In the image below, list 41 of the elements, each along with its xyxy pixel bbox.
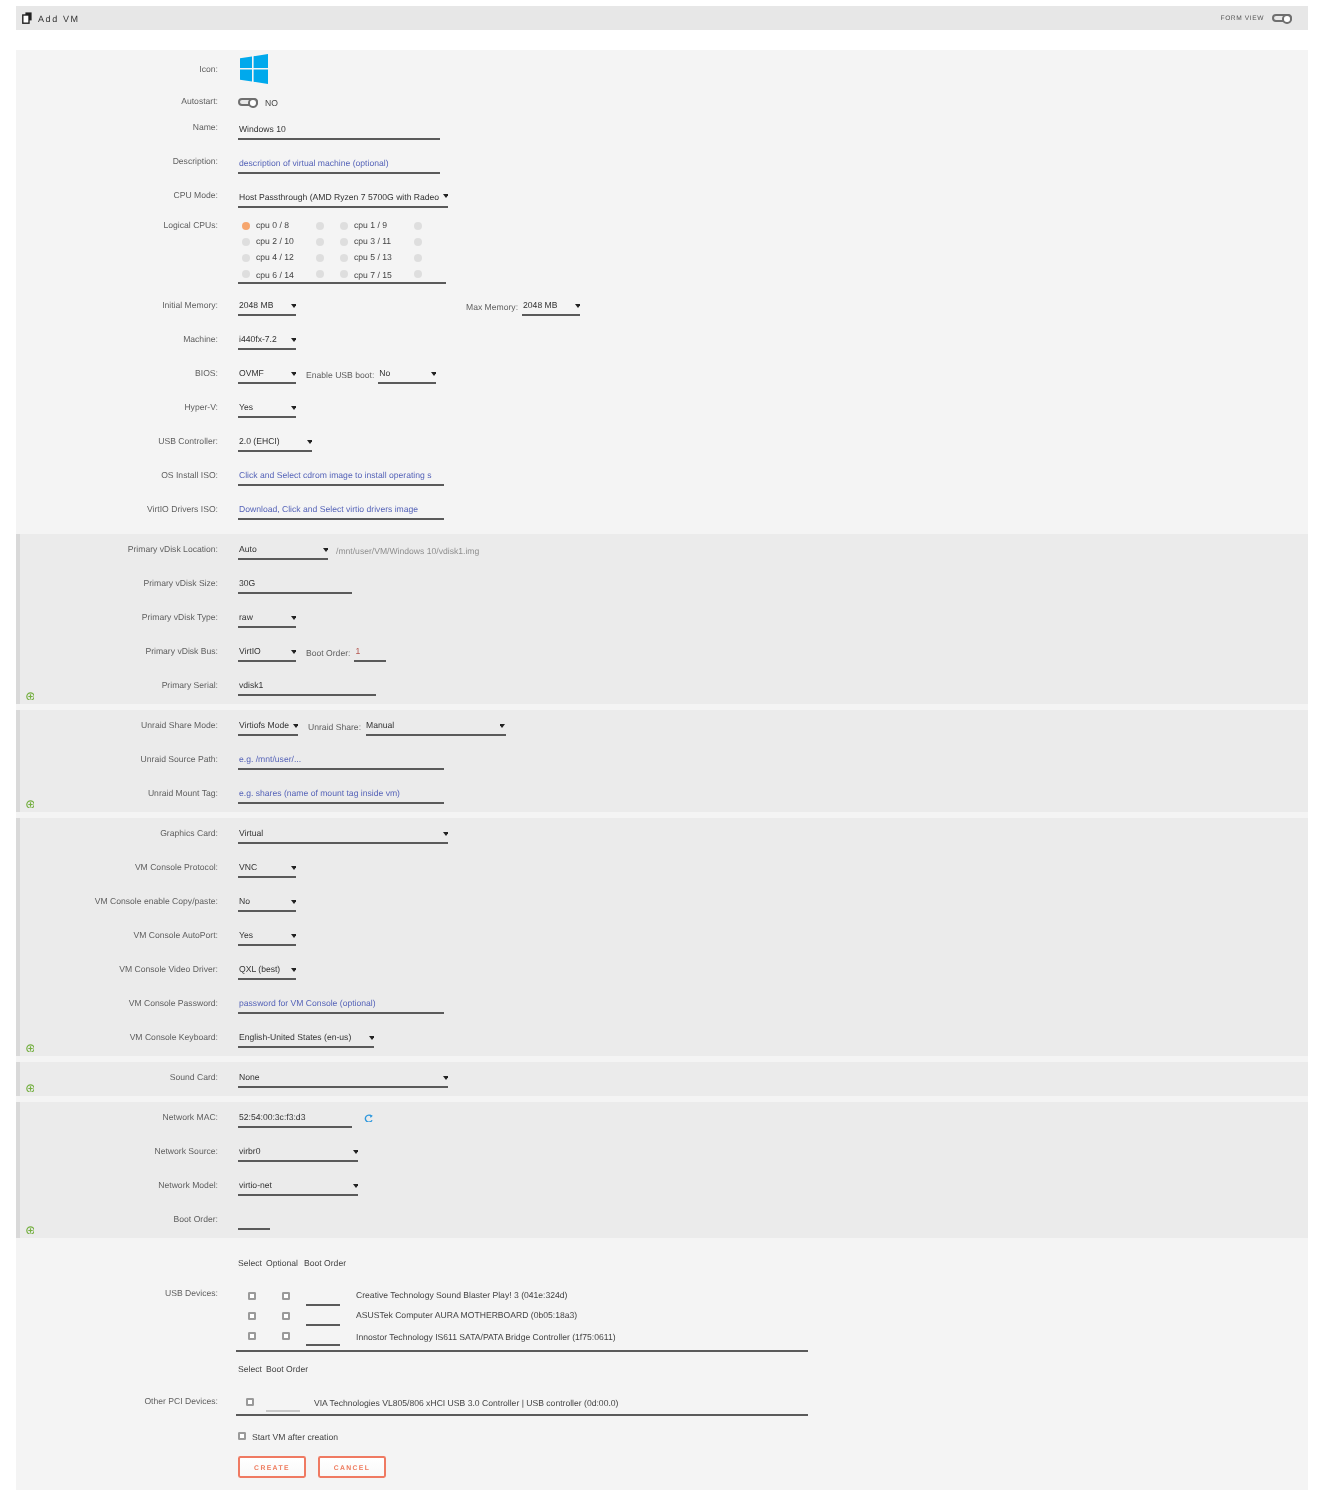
caret-icon — [319, 547, 328, 552]
window-logo-icon[interactable] — [240, 54, 268, 85]
plus-circle-icon[interactable] — [25, 799, 35, 809]
caret-icon — [349, 1149, 358, 1154]
form-view-toggle[interactable] — [1272, 13, 1292, 23]
caret-icon — [287, 615, 296, 620]
caret-icon — [287, 649, 296, 654]
plus-circle-icon[interactable] — [25, 1083, 35, 1093]
stacked-pages-icon — [22, 12, 32, 24]
checkbox[interactable] — [247, 1332, 255, 1341]
caret-icon — [496, 723, 506, 728]
caret-icon — [349, 1183, 358, 1188]
toggle-switch[interactable] — [238, 97, 258, 107]
caret-icon — [287, 899, 296, 904]
caret-icon — [287, 865, 296, 870]
checkbox[interactable] — [246, 1398, 254, 1407]
caret-icon — [427, 371, 437, 376]
caret-icon — [571, 303, 581, 308]
caret-icon — [287, 337, 296, 342]
caret-icon — [439, 194, 449, 198]
caret-icon — [303, 439, 312, 444]
cpu-checkbox[interactable] — [242, 221, 250, 230]
caret-icon — [439, 1075, 448, 1080]
checkbox[interactable] — [238, 1432, 246, 1441]
plus-circle-icon[interactable] — [25, 1043, 35, 1053]
checkbox[interactable] — [282, 1332, 290, 1341]
checkbox[interactable] — [282, 1291, 290, 1300]
caret-icon — [287, 967, 296, 972]
caret-icon — [439, 831, 448, 836]
refresh-icon[interactable] — [364, 1113, 373, 1123]
caret-icon — [365, 1035, 374, 1040]
plus-circle-icon[interactable] — [25, 1225, 35, 1235]
plus-circle-icon[interactable] — [25, 691, 35, 701]
caret-icon — [287, 303, 296, 308]
checkbox[interactable] — [247, 1291, 255, 1300]
caret-icon — [287, 405, 296, 410]
caret-icon — [287, 933, 296, 938]
checkbox[interactable] — [247, 1311, 255, 1320]
checkbox[interactable] — [282, 1311, 290, 1320]
caret-icon — [287, 371, 296, 376]
caret-icon — [289, 723, 298, 728]
